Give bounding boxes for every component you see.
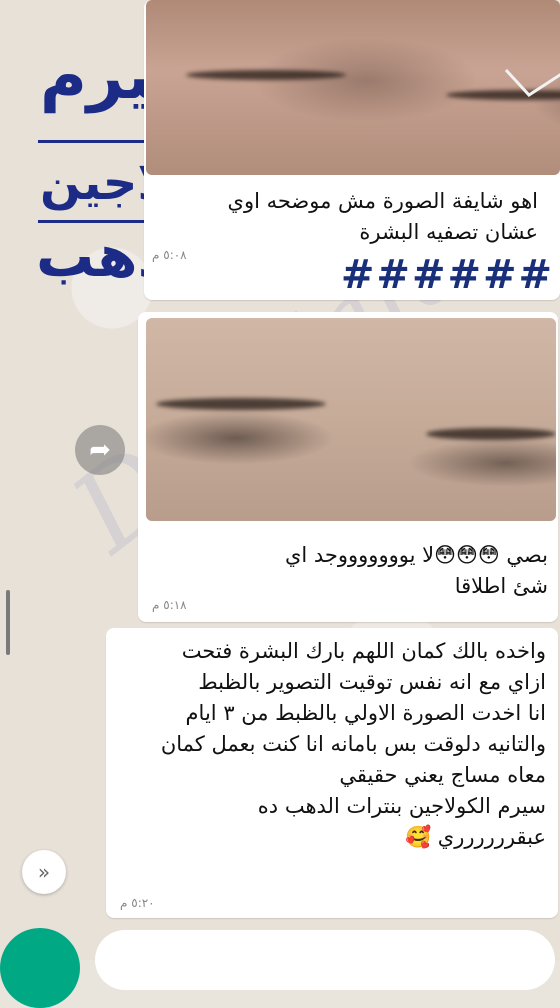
- scrollbar-thumb[interactable]: [6, 590, 10, 655]
- message-time-3: ٥:٢٠ م: [120, 896, 155, 910]
- forward-icon[interactable]: ➦: [75, 425, 125, 475]
- mic-button[interactable]: [0, 928, 80, 1008]
- checkmark-icon: [504, 68, 560, 97]
- message-text-2: بصي 😳😳😳لا يوووووووجد اي شئ اطلاقا: [284, 543, 548, 598]
- message-text-3: واخده بالك كمان اللهم بارك البشرة فتحت ا…: [160, 639, 546, 849]
- message-time-2: ٥:١٨ م: [152, 598, 187, 612]
- eyebrow-left: [186, 70, 346, 80]
- chevron-double-down-icon[interactable]: »: [22, 850, 66, 894]
- message-photo-2[interactable]: [146, 318, 556, 521]
- eyebrow-left: [156, 398, 326, 410]
- hashtag-separator: ######: [340, 252, 554, 298]
- message-photo-1[interactable]: [146, 0, 560, 175]
- message-time-1: ٥:٠٨ م: [152, 248, 187, 262]
- message-input[interactable]: [95, 930, 555, 990]
- message-text-1: اهو شايفة الصورة مش موضحه اوي عشان تصفيه…: [227, 189, 538, 244]
- eyebrow-right: [426, 428, 556, 440]
